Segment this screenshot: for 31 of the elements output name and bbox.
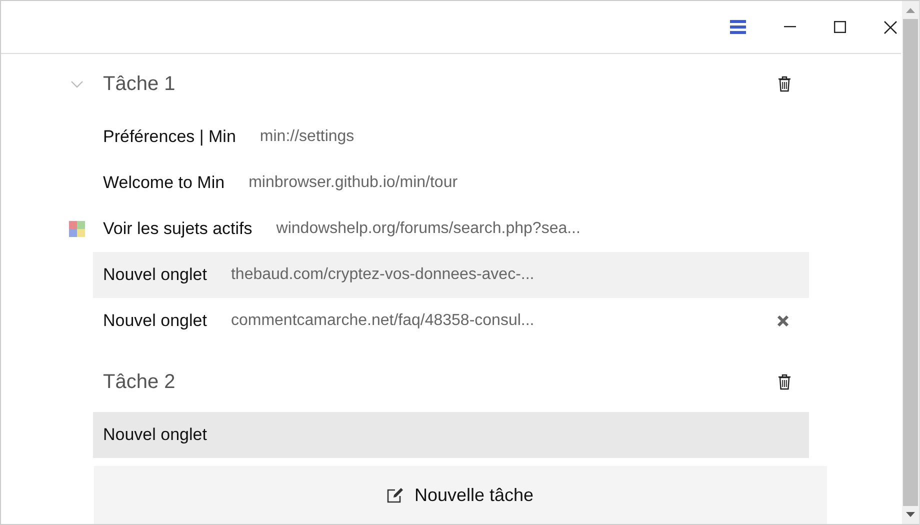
tab-row[interactable]: Préférences | Min min://settings [93, 114, 809, 160]
trash-icon[interactable] [778, 374, 791, 390]
close-tab-icon[interactable] [777, 315, 789, 327]
tab-title: Nouvel onglet [103, 311, 207, 331]
tab-title: Nouvel onglet [103, 265, 207, 285]
tab-row[interactable]: Nouvel onglet thebaud.com/cryptez-vos-donnees-avec-... [93, 252, 809, 298]
tab-title: Welcome to Min [103, 173, 225, 193]
tab-row[interactable]: Welcome to Min minbrowser.github.io/min/tour [93, 160, 809, 206]
tab-url: thebaud.com/cryptez-vos-donnees-avec-... [230, 266, 534, 284]
tab-row[interactable]: Nouvel onglet [93, 412, 809, 458]
maximize-icon[interactable] [834, 21, 846, 33]
task-title[interactable]: Tâche 1 [103, 72, 176, 96]
tab-url: windowshelp.org/forums/search.php?sea... [276, 220, 580, 238]
tab-row[interactable]: Nouvel onglet commentcamarche.net/faq/48358-consul... [93, 298, 809, 344]
tab-url: min://settings [260, 128, 354, 146]
tab-row[interactable]: Voir les sujets actifs windowshelp.org/forums/search.php?sea... [93, 206, 809, 252]
new-task-button[interactable]: Nouvelle tâche [94, 466, 827, 524]
trash-icon[interactable] [778, 76, 791, 92]
tab-url: minbrowser.github.io/min/tour [248, 174, 458, 192]
tab-url: commentcamarche.net/faq/48358-consul... [230, 312, 534, 330]
scrollbar-thumb[interactable] [903, 19, 918, 506]
scrollbar[interactable] [902, 1, 919, 524]
tab-title: Préférences | Min [103, 127, 236, 147]
minimize-icon[interactable] [784, 26, 796, 28]
close-icon[interactable] [884, 20, 897, 34]
edit-icon [387, 487, 404, 503]
scroll-down-icon[interactable] [906, 512, 915, 517]
menu-icon[interactable] [730, 20, 746, 34]
tab-title: Voir les sujets actifs [103, 219, 252, 239]
tab-title: Nouvel onglet [103, 425, 207, 445]
task-title[interactable]: Tâche 2 [103, 370, 176, 394]
